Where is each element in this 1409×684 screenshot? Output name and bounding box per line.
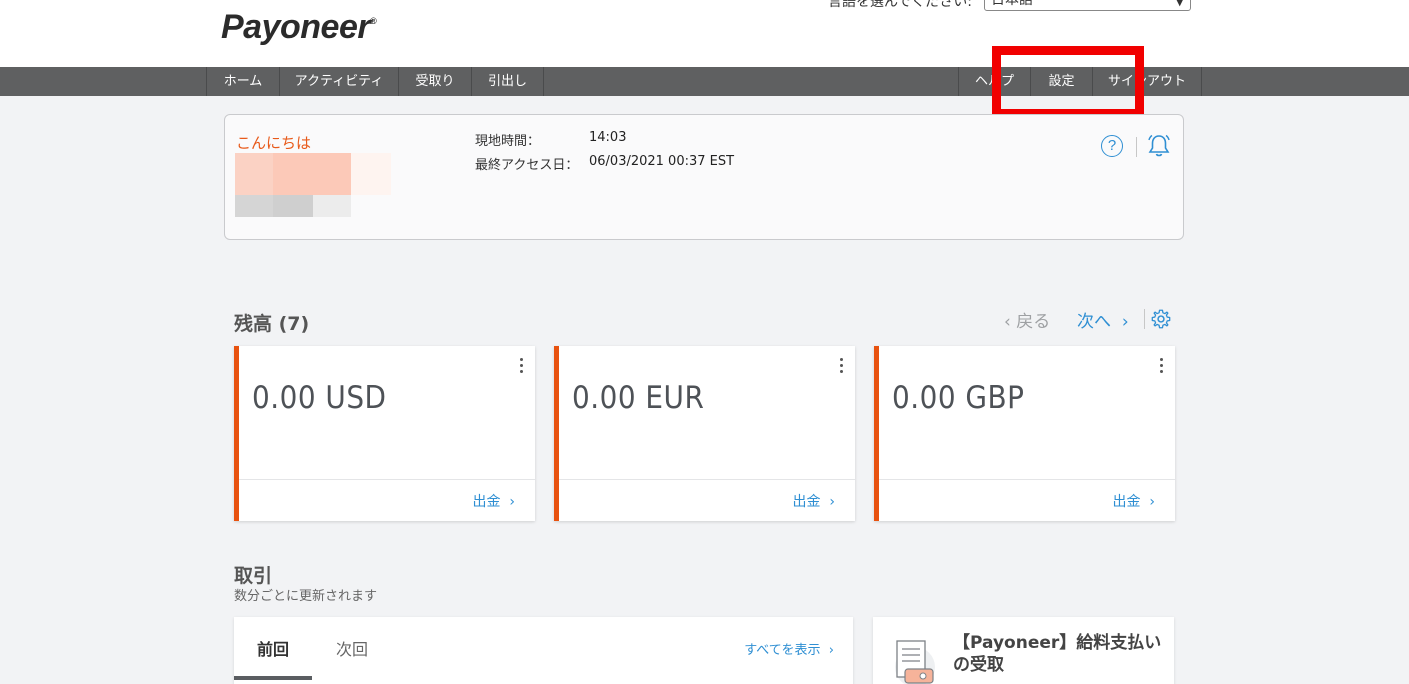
active-tab-indicator xyxy=(234,676,312,680)
more-menu-icon[interactable] xyxy=(840,358,844,376)
withdraw-link[interactable]: 出金 › xyxy=(473,491,516,511)
divider xyxy=(1136,137,1137,157)
prev-button[interactable]: ‹ 戻る xyxy=(1004,307,1050,332)
chevron-down-icon: ▼ xyxy=(1175,0,1184,8)
bell-icon[interactable] xyxy=(1146,133,1172,159)
language-select-value: 日本語 xyxy=(991,0,1033,8)
divider xyxy=(239,479,535,480)
last-access-label: 最終アクセス日： xyxy=(475,158,579,173)
tab-upcoming[interactable]: 次回 xyxy=(336,636,368,660)
language-label: 言語を選んでください: xyxy=(828,0,973,10)
promo-card[interactable]: 【Payoneer】給料支払いの受取 xyxy=(873,617,1174,684)
highlight-box-settings xyxy=(992,46,1144,118)
payoneer-logo[interactable]: Payoneer® xyxy=(221,8,377,47)
balance-card-gbp[interactable]: 0.00 GBP 出金 › xyxy=(874,346,1175,521)
balance-card-eur[interactable]: 0.00 EUR 出金 › xyxy=(554,346,855,521)
welcome-card: こんにちは 現地時間： 14:03 最終アクセス日： 06/03/2021 00… xyxy=(224,114,1184,240)
local-time-label: 現地時間： xyxy=(475,134,541,149)
balance-amount: 0.00 EUR xyxy=(572,380,705,416)
promo-title: 【Payoneer】給料支払いの受取 xyxy=(953,633,1162,675)
document-icon xyxy=(895,640,935,684)
redacted-username xyxy=(235,153,391,195)
more-menu-icon[interactable] xyxy=(520,358,524,376)
greeting-text: こんにちは xyxy=(236,134,312,152)
divider xyxy=(1144,309,1145,329)
nav-item-withdraw[interactable]: 引出し xyxy=(471,67,544,96)
balance-card-usd[interactable]: 0.00 USD 出金 › xyxy=(234,346,535,521)
gear-icon[interactable] xyxy=(1150,308,1172,330)
divider xyxy=(879,479,1175,480)
nav-item-home[interactable]: ホーム xyxy=(206,67,279,96)
withdraw-link[interactable]: 出金 › xyxy=(793,491,836,511)
top-header: Payoneer® 言語を選んでください: 日本語 ▼ xyxy=(0,0,1409,67)
tab-previous[interactable]: 前回 xyxy=(257,636,289,660)
balances-title: 残高 (7) xyxy=(234,313,310,335)
withdraw-link[interactable]: 出金 › xyxy=(1113,491,1156,511)
language-select[interactable]: 日本語 ▼ xyxy=(984,0,1191,11)
next-button[interactable]: 次へ › xyxy=(1077,307,1129,332)
transactions-subtitle: 数分ごとに更新されます xyxy=(234,589,378,604)
last-access-value: 06/03/2021 00:37 EST xyxy=(589,154,735,169)
chevron-left-icon: ‹ xyxy=(1004,312,1011,332)
transactions-title: 取引 xyxy=(234,565,273,587)
local-time-value: 14:03 xyxy=(589,130,627,145)
balance-amount: 0.00 USD xyxy=(252,380,387,416)
nav-item-receive[interactable]: 受取り xyxy=(398,67,471,96)
show-all-link[interactable]: すべてを表示 › xyxy=(744,639,834,658)
help-icon[interactable]: ? xyxy=(1101,135,1123,157)
balance-amount: 0.00 GBP xyxy=(892,380,1025,416)
main-nav: ホーム アクティビティ 受取り 引出し ヘルプ 設定 サインアウト xyxy=(0,67,1409,96)
divider xyxy=(559,479,855,480)
nav-item-activity[interactable]: アクティビティ xyxy=(279,67,398,96)
redacted-account-info xyxy=(235,195,351,217)
more-menu-icon[interactable] xyxy=(1160,358,1164,376)
transactions-card: 前回 次回 すべてを表示 › xyxy=(234,617,853,684)
chevron-right-icon: › xyxy=(1121,312,1129,332)
